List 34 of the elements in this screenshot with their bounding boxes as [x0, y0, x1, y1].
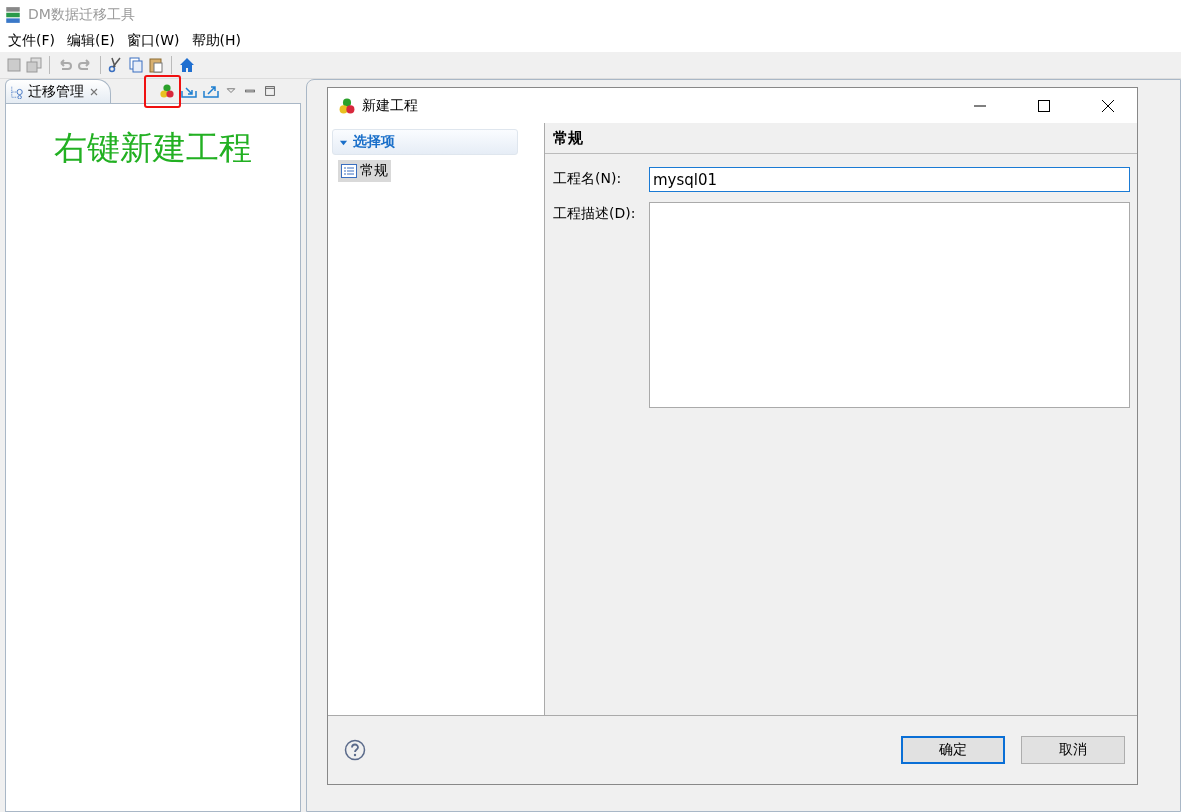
- menu-item[interactable]: 编辑(E): [61, 32, 121, 50]
- tree-header[interactable]: 选择项: [332, 129, 518, 155]
- save-all-icon[interactable]: [26, 57, 42, 73]
- save-icon[interactable]: [6, 57, 22, 73]
- menu-item[interactable]: 文件(F): [2, 32, 61, 50]
- panel-tab[interactable]: 迁移管理: [5, 78, 111, 104]
- dialog-title: 新建工程: [362, 96, 419, 115]
- export-icon[interactable]: [203, 83, 219, 99]
- window-title: DM数据迁移工具: [28, 6, 135, 24]
- menu-item[interactable]: 帮助(H): [185, 32, 247, 50]
- undo-icon[interactable]: [57, 57, 73, 73]
- field-label: 工程名(N):: [553, 169, 623, 188]
- tree-icon: [10, 84, 24, 99]
- new-project-icon[interactable]: [159, 83, 175, 99]
- help-icon[interactable]: [344, 739, 366, 761]
- project-icon: [338, 96, 356, 115]
- maximize-icon[interactable]: [1037, 98, 1051, 113]
- redo-icon[interactable]: [77, 57, 93, 73]
- copy-icon[interactable]: [128, 57, 144, 73]
- home-icon[interactable]: [179, 57, 195, 73]
- dialog-button[interactable]: 取消: [1021, 736, 1125, 764]
- menu-item[interactable]: 窗口(W): [120, 32, 186, 50]
- list-icon: [341, 164, 357, 178]
- close-icon[interactable]: [1101, 98, 1115, 113]
- field-label: 工程描述(D):: [553, 204, 637, 223]
- tree-item[interactable]: 常规: [338, 160, 391, 182]
- paste-icon[interactable]: [148, 57, 164, 73]
- dialog-button[interactable]: 确定: [901, 736, 1005, 764]
- input-field[interactable]: mysql01: [649, 167, 1130, 192]
- annotation-text: 右键新建工程: [54, 127, 252, 169]
- cut-icon[interactable]: [108, 57, 124, 73]
- database-icon: [4, 6, 22, 24]
- highlight-frame: [144, 75, 181, 108]
- page-heading: 常规: [545, 123, 1137, 154]
